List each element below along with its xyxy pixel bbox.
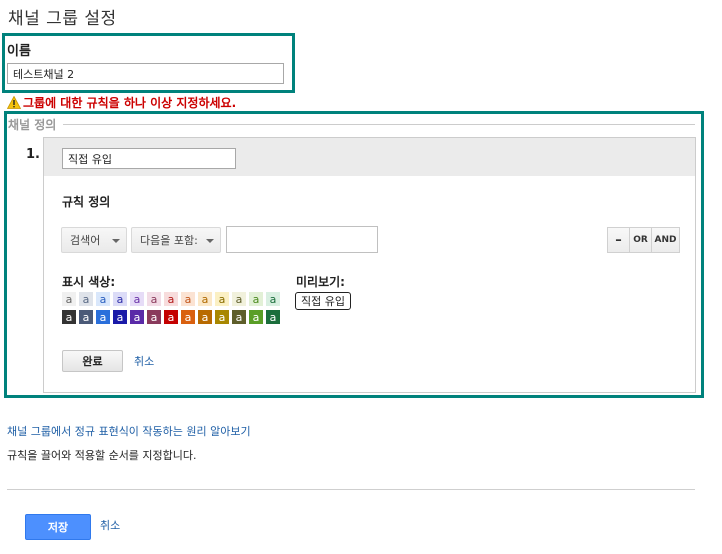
light-color-swatch[interactable]: a: [215, 292, 229, 306]
light-color-swatch[interactable]: a: [62, 292, 76, 306]
match-value-input[interactable]: [226, 226, 378, 253]
dark-color-swatch[interactable]: a: [232, 310, 246, 324]
light-color-swatch[interactable]: a: [113, 292, 127, 306]
light-color-swatch[interactable]: a: [249, 292, 263, 306]
operator-dropdown[interactable]: 다음을 포함:: [131, 227, 221, 253]
rule-definition-title: 규칙 정의: [62, 195, 111, 209]
dark-color-swatch[interactable]: a: [266, 310, 280, 324]
dark-color-swatch[interactable]: a: [215, 310, 229, 324]
dark-color-swatch[interactable]: a: [113, 310, 127, 324]
dark-color-swatch[interactable]: a: [198, 310, 212, 324]
dark-color-swatch[interactable]: a: [79, 310, 93, 324]
preview-label: 미리보기:: [296, 275, 345, 289]
light-color-swatch[interactable]: a: [266, 292, 280, 306]
dark-color-swatch[interactable]: a: [164, 310, 178, 324]
operator-dropdown-label: 다음을 포함:: [140, 234, 198, 247]
light-color-swatch[interactable]: a: [96, 292, 110, 306]
regex-help-link[interactable]: 채널 그룹에서 정규 표현식이 작동하는 원리 알아보기: [7, 423, 251, 439]
chevron-down-icon: [112, 239, 120, 243]
chevron-down-icon: [206, 239, 214, 243]
dark-color-swatch[interactable]: a: [249, 310, 263, 324]
done-button[interactable]: 완료: [62, 350, 123, 372]
and-button[interactable]: AND: [651, 227, 680, 253]
rule-cancel-link[interactable]: 취소: [134, 353, 154, 369]
group-name-input[interactable]: [7, 63, 284, 84]
rule-name-input[interactable]: [62, 148, 236, 169]
dark-color-swatch[interactable]: a: [96, 310, 110, 324]
dark-color-swatch[interactable]: a: [130, 310, 144, 324]
preview-chip: 직접 유입: [295, 292, 351, 310]
display-color-label: 표시 색상:: [62, 275, 116, 289]
light-color-swatch[interactable]: a: [181, 292, 195, 306]
remove-condition-button[interactable]: –: [607, 227, 630, 253]
light-color-swatch[interactable]: a: [130, 292, 144, 306]
dark-color-swatch[interactable]: a: [62, 310, 76, 324]
or-button[interactable]: OR: [629, 227, 652, 253]
dimension-dropdown-label: 검색어: [70, 234, 101, 247]
warning-message: 그룹에 대한 규칙을 하나 이상 지정하세요.: [23, 96, 237, 110]
dark-color-swatch[interactable]: a: [181, 310, 195, 324]
save-button[interactable]: 저장: [25, 514, 91, 540]
light-color-swatch[interactable]: a: [198, 292, 212, 306]
dark-color-swatch[interactable]: a: [147, 310, 161, 324]
light-color-swatch[interactable]: a: [147, 292, 161, 306]
drag-order-help: 규칙을 끌어와 적용할 순서를 지정합니다.: [7, 449, 197, 462]
page-title: 채널 그룹 설정: [8, 9, 117, 29]
light-color-swatch[interactable]: a: [79, 292, 93, 306]
condition-button-group: – OR AND: [607, 227, 680, 253]
legend-divider: [63, 124, 695, 125]
cancel-link[interactable]: 취소: [100, 517, 120, 533]
name-label: 이름: [7, 44, 31, 59]
rule-number: 1.: [26, 147, 40, 162]
light-color-swatch[interactable]: a: [164, 292, 178, 306]
dimension-dropdown[interactable]: 검색어: [61, 227, 127, 253]
light-color-swatch[interactable]: a: [232, 292, 246, 306]
footer-divider: [7, 489, 695, 490]
warning-icon: [7, 96, 21, 109]
channel-definition-legend: 채널 정의: [8, 118, 57, 132]
